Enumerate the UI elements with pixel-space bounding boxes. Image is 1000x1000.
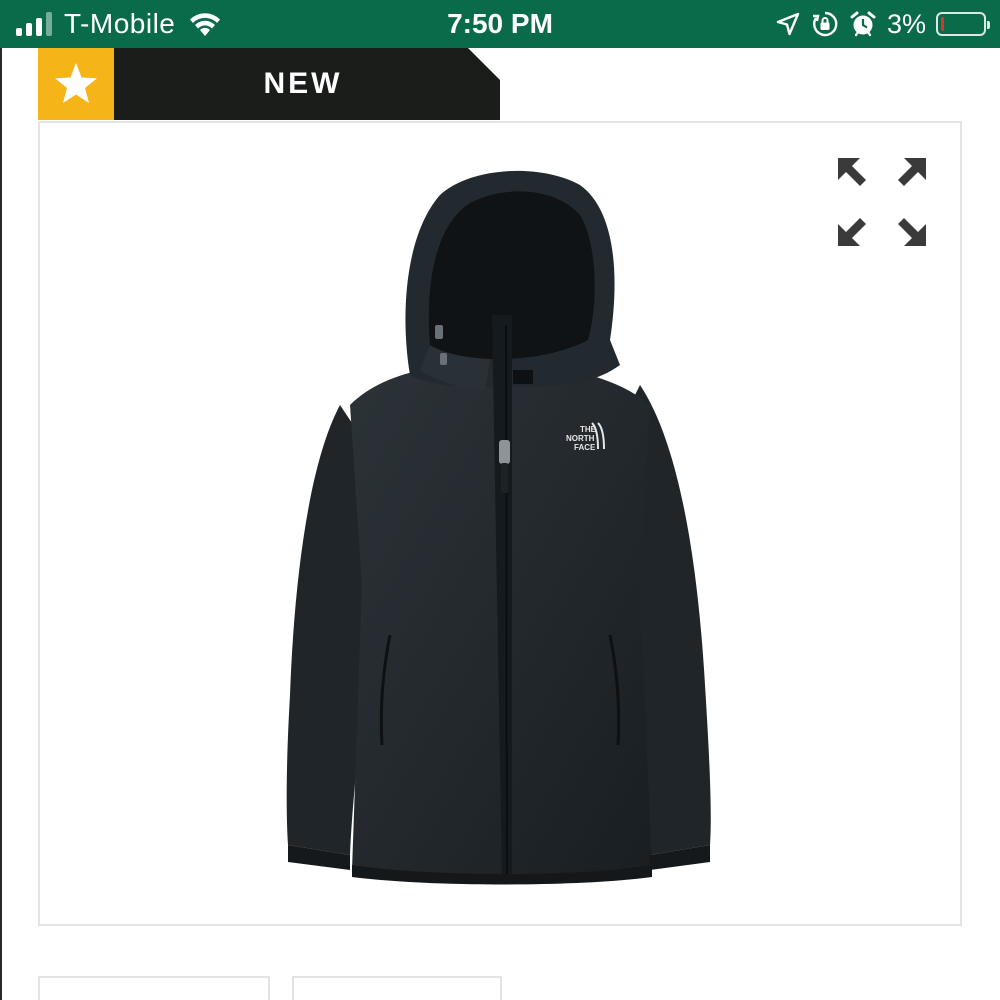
orientation-lock-icon xyxy=(812,11,838,37)
status-bar: T-Mobile 7:50 PM 3% xyxy=(0,0,1000,48)
new-label-banner: NEW xyxy=(114,48,500,120)
page-edge-divider xyxy=(0,48,2,1000)
location-arrow-icon xyxy=(776,12,800,36)
thumbnail-1[interactable] xyxy=(38,976,270,1000)
new-label: NEW xyxy=(263,67,343,100)
battery-percentage: 3% xyxy=(886,8,926,39)
star-icon xyxy=(38,48,114,120)
status-right: 3% xyxy=(775,0,990,48)
brand-logo-line: NORTH xyxy=(566,434,595,443)
new-badge: NEW xyxy=(38,48,500,120)
product-image-jacket[interactable]: THE NORTH FACE xyxy=(280,165,720,885)
brand-logo-line: FACE xyxy=(574,443,596,452)
battery-fill xyxy=(941,17,944,31)
product-page: T-Mobile 7:50 PM 3% NEW THE NORTH FACE xyxy=(0,0,1000,1000)
alarm-icon xyxy=(850,11,876,37)
battery-icon xyxy=(936,12,990,36)
fullscreen-expand-icon[interactable] xyxy=(836,156,928,248)
thumbnail-2[interactable] xyxy=(292,976,502,1000)
